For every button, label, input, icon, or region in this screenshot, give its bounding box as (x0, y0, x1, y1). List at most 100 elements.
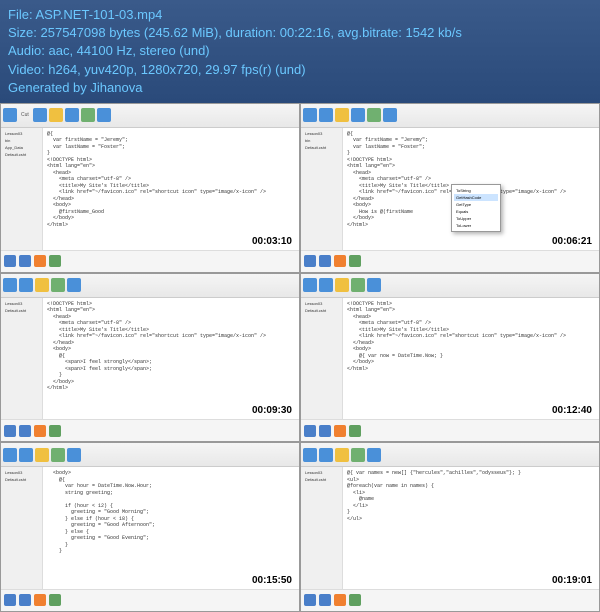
solution-explorer[interactable]: Lesson03 Default.csht (301, 467, 343, 589)
taskbar-icon[interactable] (19, 425, 31, 437)
tree-item[interactable]: App_Data (3, 144, 40, 151)
taskbar-icon[interactable] (304, 425, 316, 437)
tree-item[interactable]: Lesson03 (303, 300, 340, 307)
ribbon-button[interactable] (303, 278, 317, 292)
solution-explorer[interactable]: Lesson03 Default.csht (1, 298, 43, 420)
intellisense-item[interactable]: GetHashCode (454, 194, 498, 201)
ribbon-button[interactable] (3, 448, 17, 462)
ribbon-button[interactable] (3, 278, 17, 292)
ribbon-button[interactable] (51, 278, 65, 292)
taskbar-icon[interactable] (349, 425, 361, 437)
ribbon-button[interactable] (319, 448, 333, 462)
ribbon-button[interactable] (51, 448, 65, 462)
ribbon-button[interactable] (351, 448, 365, 462)
solution-explorer[interactable]: Lesson03 bin App_Data Default.csht (1, 128, 43, 250)
ribbon-button[interactable] (67, 278, 81, 292)
ribbon-button[interactable] (67, 448, 81, 462)
tree-item[interactable]: Default.csht (303, 476, 340, 483)
code-editor[interactable]: <body> @{ var hour = DateTime.Now.Hour; … (43, 467, 299, 589)
taskbar-icon[interactable] (334, 255, 346, 267)
taskbar-icon[interactable] (319, 594, 331, 606)
taskbar-icon[interactable] (49, 425, 61, 437)
taskbar[interactable] (301, 250, 599, 272)
tree-item[interactable]: bin (3, 137, 40, 144)
code-editor[interactable]: @{ var firstName = "Jeremy"; var lastNam… (43, 128, 299, 250)
tree-item[interactable]: Default.csht (3, 307, 40, 314)
taskbar-icon[interactable] (304, 594, 316, 606)
timestamp: 00:03:10 (249, 235, 295, 248)
ribbon-button[interactable] (351, 278, 365, 292)
tree-item[interactable]: Default.csht (3, 151, 40, 158)
taskbar[interactable] (1, 250, 299, 272)
taskbar-icon[interactable] (19, 255, 31, 267)
taskbar[interactable] (301, 589, 599, 611)
ribbon-button[interactable] (3, 108, 17, 122)
taskbar-icon[interactable] (4, 255, 16, 267)
code-editor[interactable]: @{ var names = new[] {"hercules","achill… (343, 467, 599, 589)
taskbar[interactable] (301, 419, 599, 441)
timestamp: 00:06:21 (549, 235, 595, 248)
intellisense-item[interactable]: Equals (454, 208, 498, 215)
ribbon-button[interactable] (35, 278, 49, 292)
tree-item[interactable]: Lesson03 (303, 469, 340, 476)
ribbon-button[interactable] (351, 108, 365, 122)
ribbon-button[interactable] (367, 278, 381, 292)
ribbon-button[interactable] (19, 448, 33, 462)
tree-item[interactable]: bin (303, 137, 340, 144)
tree-item[interactable]: Default.csht (303, 307, 340, 314)
taskbar-icon[interactable] (19, 594, 31, 606)
taskbar-icon[interactable] (49, 255, 61, 267)
taskbar[interactable] (1, 419, 299, 441)
ribbon-button[interactable] (97, 108, 111, 122)
ribbon-button[interactable] (319, 278, 333, 292)
taskbar-icon[interactable] (349, 255, 361, 267)
taskbar-icon[interactable] (334, 425, 346, 437)
ribbon-button[interactable] (367, 448, 381, 462)
solution-explorer[interactable]: Lesson03 bin Default.csht (301, 128, 343, 250)
ribbon-button[interactable] (35, 448, 49, 462)
ribbon-button[interactable] (335, 448, 349, 462)
timestamp: 00:09:30 (249, 404, 295, 417)
ribbon: Cut (1, 104, 299, 128)
ribbon-button[interactable] (335, 108, 349, 122)
tree-item[interactable]: Default.csht (3, 476, 40, 483)
ribbon-button[interactable] (65, 108, 79, 122)
thumbnail-1: Cut Lesson03 bin App_Data Default.csht @… (0, 103, 300, 273)
ribbon-button[interactable] (49, 108, 63, 122)
tree-item[interactable]: Lesson03 (3, 300, 40, 307)
taskbar-icon[interactable] (4, 594, 16, 606)
ribbon-button[interactable] (319, 108, 333, 122)
ribbon-button[interactable] (33, 108, 47, 122)
taskbar-icon[interactable] (349, 594, 361, 606)
intellisense-item[interactable]: ToUpper (454, 215, 498, 222)
ribbon-button[interactable] (81, 108, 95, 122)
solution-explorer[interactable]: Lesson03 Default.csht (1, 467, 43, 589)
taskbar-icon[interactable] (34, 425, 46, 437)
intellisense-item[interactable]: ToString (454, 187, 498, 194)
taskbar-icon[interactable] (49, 594, 61, 606)
tree-item[interactable]: Default.csht (303, 144, 340, 151)
tree-item[interactable]: Lesson03 (3, 469, 40, 476)
ribbon-button[interactable] (383, 108, 397, 122)
intellisense-item[interactable]: GetType (454, 201, 498, 208)
ribbon-button[interactable] (303, 108, 317, 122)
ribbon-button[interactable] (19, 278, 33, 292)
intellisense-item[interactable]: ToLower (454, 222, 498, 229)
ribbon-button[interactable] (303, 448, 317, 462)
taskbar-icon[interactable] (34, 594, 46, 606)
tree-item[interactable]: Lesson03 (3, 130, 40, 137)
solution-explorer[interactable]: Lesson03 Default.csht (301, 298, 343, 420)
tree-item[interactable]: Lesson03 (303, 130, 340, 137)
taskbar-icon[interactable] (319, 255, 331, 267)
code-editor[interactable]: <!DOCTYPE html> <html lang="en"> <head> … (343, 298, 599, 420)
taskbar-icon[interactable] (334, 594, 346, 606)
taskbar[interactable] (1, 589, 299, 611)
taskbar-icon[interactable] (34, 255, 46, 267)
taskbar-icon[interactable] (319, 425, 331, 437)
ribbon-button[interactable] (367, 108, 381, 122)
code-editor[interactable]: <!DOCTYPE html> <html lang="en"> <head> … (43, 298, 299, 420)
taskbar-icon[interactable] (304, 255, 316, 267)
taskbar-icon[interactable] (4, 425, 16, 437)
intellisense-popup[interactable]: ToString GetHashCode GetType Equals ToUp… (451, 184, 501, 232)
ribbon-button[interactable] (335, 278, 349, 292)
